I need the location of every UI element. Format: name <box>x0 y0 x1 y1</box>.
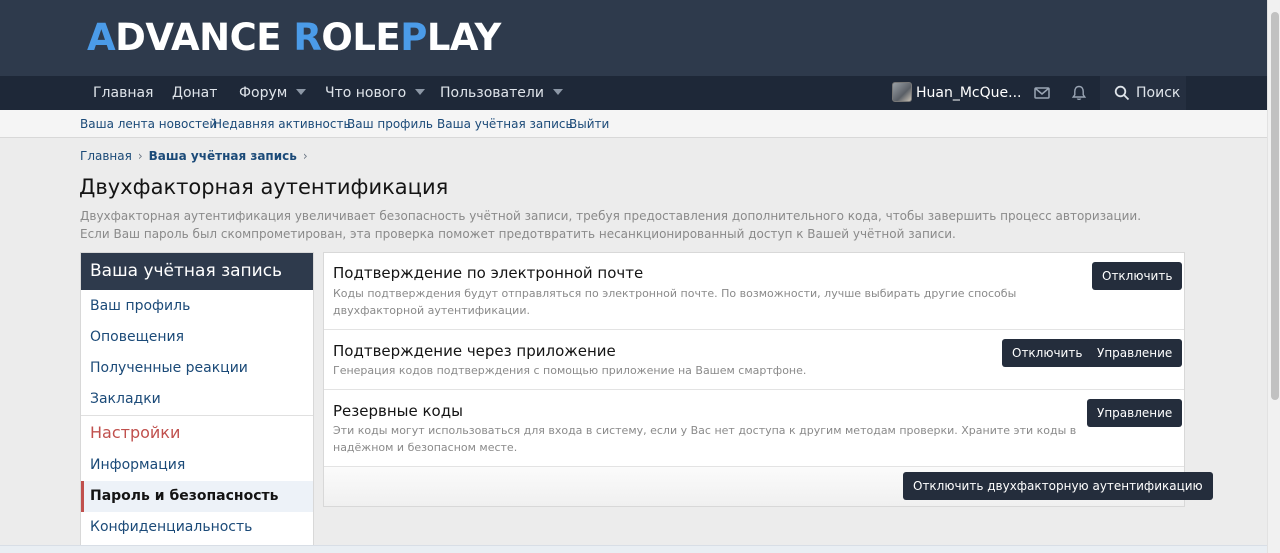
page-title: Двухфакторная аутентификация <box>79 175 449 199</box>
subnav-your-account[interactable]: Ваша учётная запись <box>437 110 573 138</box>
nav-home[interactable]: Главная <box>93 76 153 110</box>
disable-email-button[interactable]: Отключить <box>1092 262 1183 290</box>
nav-donate[interactable]: Донат <box>172 76 217 110</box>
panel-footer: Отключить двухфакторную аутентификацию <box>324 467 1213 506</box>
page-scrollbar[interactable] <box>1267 0 1280 553</box>
search-label: Поиск <box>1136 85 1181 101</box>
method-description: Коды подтверждения будут отправляться по… <box>333 287 1017 317</box>
method-title: Резервные коды <box>333 402 463 420</box>
account-sidebar: Ваша учётная запись Ваш профиль Оповещен… <box>80 252 314 548</box>
search-button[interactable]: Поиск <box>1100 76 1186 110</box>
sidebar-item-bookmarks[interactable]: Закладки <box>81 384 313 415</box>
disable-two-factor-button[interactable]: Отключить двухфакторную аутентификацию <box>903 472 1213 500</box>
sidebar-item-privacy[interactable]: Конфиденциальность <box>81 512 313 543</box>
two-factor-panel: Подтверждение по электронной почте Коды … <box>323 252 1213 507</box>
subnav-news-feed[interactable]: Ваша лента новостей <box>80 110 217 138</box>
sidebar-item-info[interactable]: Информация <box>81 450 313 481</box>
avatar[interactable] <box>892 82 912 102</box>
search-icon <box>1114 85 1130 101</box>
method-row-backup: Резервные коды Эти коды могут использова… <box>324 390 1184 467</box>
subnav-recent-activity[interactable]: Недавняя активность <box>213 110 351 138</box>
mail-icon[interactable] <box>1033 84 1051 102</box>
sidebar-item-profile[interactable]: Ваш профиль <box>81 291 313 322</box>
nav-whats-new[interactable]: Что нового <box>325 76 426 110</box>
manage-backup-button[interactable]: Управление <box>1087 399 1183 427</box>
breadcrumb-home[interactable]: Главная <box>80 149 132 163</box>
logo-letter: P <box>400 16 427 59</box>
sidebar-section-settings: Настройки <box>81 415 313 450</box>
nav-members[interactable]: Пользователи <box>440 76 563 110</box>
sidebar-item-reactions[interactable]: Полученные реакции <box>81 353 313 384</box>
subnav-logout[interactable]: Выйти <box>569 110 609 138</box>
logo-letter: A <box>87 16 116 59</box>
site-header: ADVANCE ROLEPLAY <box>0 0 1267 76</box>
scrollbar-thumb[interactable] <box>1271 12 1279 400</box>
chevron-right-icon: › <box>302 149 308 163</box>
sub-navbar: Ваша лента новостей Недавняя активность … <box>0 110 1267 138</box>
method-row-email: Подтверждение по электронной почте Коды … <box>324 253 1184 330</box>
chevron-down-icon[interactable] <box>552 89 563 95</box>
nav-forum[interactable]: Форум <box>239 76 307 110</box>
method-description: Эти коды могут использоваться для входа … <box>333 424 1077 454</box>
chevron-down-icon[interactable] <box>296 89 307 95</box>
method-row-totp: Подтверждение через приложение Генерация… <box>324 330 1184 390</box>
method-description: Генерация кодов подтверждения с помощью … <box>333 364 807 377</box>
breadcrumb-account[interactable]: Ваша учётная запись <box>149 149 297 163</box>
site-logo[interactable]: ADVANCE ROLEPLAY <box>87 14 501 62</box>
logo-text: OLE <box>321 16 401 59</box>
logo-letter: R <box>293 16 322 59</box>
chevron-down-icon[interactable] <box>415 89 426 95</box>
page-description: Двухфакторная аутентификация увеличивает… <box>80 209 1142 241</box>
disable-totp-button[interactable]: Отключить <box>1002 339 1093 367</box>
logo-text: DVANCE <box>115 16 294 59</box>
sidebar-item-alerts[interactable]: Оповещения <box>81 322 313 353</box>
footer-strip <box>0 545 1267 553</box>
method-title: Подтверждение по электронной почте <box>333 264 644 282</box>
chevron-right-icon: › <box>137 149 143 163</box>
subnav-your-profile[interactable]: Ваш профиль <box>347 110 433 138</box>
method-title: Подтверждение через приложение <box>333 342 616 360</box>
logo-text: LAY <box>426 16 501 59</box>
bell-icon[interactable] <box>1070 84 1088 102</box>
sidebar-title: Ваша учётная запись <box>81 253 313 290</box>
user-menu[interactable]: Huan_McQue... <box>916 76 1022 110</box>
sidebar-item-security[interactable]: Пароль и безопасность <box>81 481 313 512</box>
breadcrumb: Главная › Ваша учётная запись › <box>80 149 314 163</box>
manage-totp-button[interactable]: Управление <box>1087 339 1183 367</box>
